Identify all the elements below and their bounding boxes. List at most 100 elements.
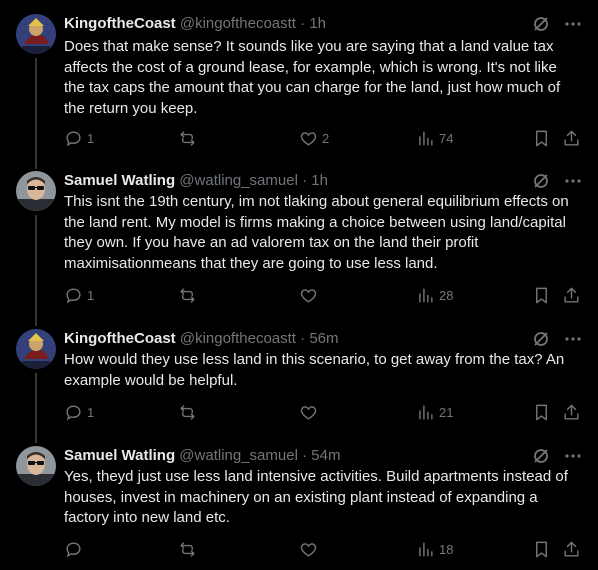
reply-button[interactable] [64, 539, 87, 559]
separator: · [302, 172, 308, 189]
grok-icon[interactable] [532, 447, 550, 465]
timestamp[interactable]: 1h [311, 172, 328, 189]
analytics-icon [419, 287, 433, 303]
bookmark-icon [536, 287, 547, 303]
reply-icon [66, 541, 81, 557]
more-icon[interactable] [564, 330, 582, 348]
retweet-button[interactable] [178, 128, 201, 148]
bookmark-button[interactable] [532, 539, 551, 559]
views-button[interactable]: 18 [416, 539, 453, 559]
heart-icon [300, 405, 317, 420]
bookmark-button[interactable] [532, 285, 551, 305]
share-icon [564, 130, 579, 146]
timestamp[interactable]: 54m [311, 447, 340, 464]
bookmark-icon [536, 130, 547, 146]
timestamp[interactable]: 1h [309, 15, 326, 32]
views-count: 28 [439, 287, 454, 303]
display-name[interactable]: Samuel Watling [64, 172, 175, 189]
avatar[interactable] [16, 14, 56, 54]
tweet[interactable]: Samuel Watling @watling_samuel · 54m Yes… [0, 446, 598, 562]
views-count: 18 [439, 541, 454, 557]
tweet-top-icons [532, 329, 582, 349]
tweet[interactable]: KingoftheCoast @kingofthecoastt · 56m Ho… [0, 329, 598, 429]
like-button[interactable]: 2 [299, 128, 329, 148]
avatar[interactable] [16, 171, 56, 211]
avatar[interactable] [16, 329, 56, 369]
heart-icon [300, 288, 317, 303]
user-handle[interactable]: @watling_samuel [179, 172, 298, 189]
share-icon [564, 404, 579, 420]
tweet-actions: 1 2 74 [64, 128, 582, 148]
reply-count: 1 [87, 130, 95, 146]
display-name[interactable]: Samuel Watling [64, 447, 175, 464]
views-button[interactable]: 74 [416, 128, 453, 148]
reply-icon [66, 130, 81, 146]
reply-icon [66, 287, 81, 303]
display-name[interactable]: KingoftheCoast [64, 15, 176, 32]
bookmark-button[interactable] [532, 128, 551, 148]
share-icon [564, 287, 579, 303]
retweet-button[interactable] [178, 402, 201, 422]
retweet-icon [180, 130, 195, 146]
reply-icon [66, 404, 81, 420]
retweet-icon [180, 404, 195, 420]
tweet[interactable]: KingoftheCoast @kingofthecoastt · 1h Doe… [0, 14, 598, 154]
share-button[interactable] [562, 285, 581, 305]
tweet-actions: 1 21 [64, 402, 582, 422]
separator: · [302, 447, 308, 464]
tweet-top-icons [532, 14, 582, 34]
reply-button[interactable]: 1 [64, 128, 94, 148]
like-button[interactable] [299, 285, 322, 305]
user-handle[interactable]: @kingofthecoastt [180, 15, 296, 32]
share-icon [564, 541, 579, 557]
share-button[interactable] [562, 539, 581, 559]
bookmark-icon [536, 404, 547, 420]
tweet-header: Samuel Watling @watling_samuel · 1h [64, 171, 582, 191]
share-button[interactable] [562, 128, 581, 148]
bookmark-icon [536, 541, 547, 557]
tweet-header: KingoftheCoast @kingofthecoastt · 1h [64, 14, 582, 34]
reply-button[interactable]: 1 [64, 402, 94, 422]
like-button[interactable] [299, 402, 322, 422]
analytics-icon [419, 130, 433, 146]
grok-icon[interactable] [532, 172, 550, 190]
bookmark-button[interactable] [532, 402, 551, 422]
display-name[interactable]: KingoftheCoast [64, 330, 176, 347]
analytics-icon [419, 404, 433, 420]
views-count: 21 [439, 404, 454, 420]
analytics-icon [419, 541, 433, 557]
timestamp[interactable]: 56m [309, 330, 338, 347]
like-count: 2 [322, 130, 330, 146]
tweet-header: Samuel Watling @watling_samuel · 54m [64, 446, 582, 466]
reply-count: 1 [87, 287, 95, 303]
retweet-button[interactable] [178, 539, 201, 559]
tweet-actions: 18 [64, 539, 582, 559]
retweet-button[interactable] [178, 285, 201, 305]
heart-icon [300, 131, 317, 146]
more-icon[interactable] [564, 447, 582, 465]
more-icon[interactable] [564, 172, 582, 190]
share-button[interactable] [562, 402, 581, 422]
views-count: 74 [439, 130, 454, 146]
user-handle[interactable]: @kingofthecoastt [180, 330, 296, 347]
tweet-text: How would they use less land in this sce… [64, 351, 565, 389]
retweet-icon [180, 541, 195, 557]
tweet-text: Yes, theyd just use less land intensive … [64, 468, 568, 526]
avatar[interactable] [16, 446, 56, 486]
more-icon[interactable] [564, 15, 582, 33]
views-button[interactable]: 21 [416, 402, 453, 422]
heart-icon [300, 542, 317, 557]
grok-icon[interactable] [532, 15, 550, 33]
tweet[interactable]: Samuel Watling @watling_samuel · 1h This… [0, 171, 598, 311]
retweet-icon [180, 287, 195, 303]
grok-icon[interactable] [532, 330, 550, 348]
tweet-text: This isnt the 19th century, im not tlaki… [64, 193, 569, 272]
like-button[interactable] [299, 539, 322, 559]
tweet-top-icons [532, 446, 582, 466]
views-button[interactable]: 28 [416, 285, 453, 305]
reply-button[interactable]: 1 [64, 285, 94, 305]
reply-count: 1 [87, 404, 95, 420]
tweet-text: Does that make sense? It sounds like you… [64, 38, 561, 117]
tweet-header: KingoftheCoast @kingofthecoastt · 56m [64, 329, 582, 349]
user-handle[interactable]: @watling_samuel [179, 447, 298, 464]
